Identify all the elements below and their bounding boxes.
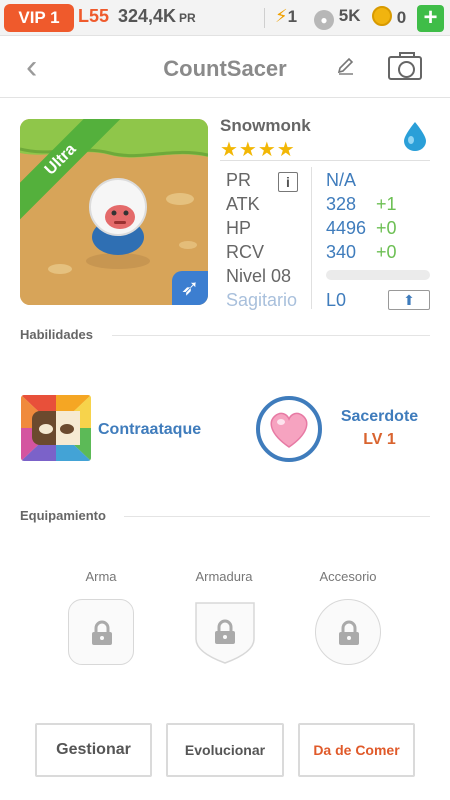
feed-button[interactable]: Da de Comer	[298, 723, 415, 777]
skill-priest-level: LV 1	[363, 431, 396, 448]
pet-portrait[interactable]: Ultra ➶	[20, 119, 208, 305]
status-bar: VIP 1 L55 324,4K PR ⚡1 ● 5K 0 +	[0, 0, 450, 36]
energy-counter: ⚡1	[275, 6, 297, 27]
add-currency-button[interactable]: +	[417, 5, 444, 32]
upgrade-button[interactable]: ⬆	[388, 290, 430, 310]
vip-badge[interactable]: VIP 1	[4, 4, 74, 32]
power-rating-unit: PR	[179, 11, 196, 25]
divider	[124, 516, 430, 517]
power-rating: 324,4K PR	[118, 6, 196, 27]
counterattack-icon[interactable]	[21, 395, 91, 461]
divider	[220, 160, 430, 161]
up-arrow-icon: ⬆	[403, 292, 415, 308]
weapon-slot[interactable]	[68, 599, 134, 665]
heart-icon[interactable]	[256, 396, 322, 462]
paw-counter: ● 5K	[314, 6, 360, 30]
rarity-stars: ★★★★	[220, 139, 296, 161]
rcv-value: 340	[326, 242, 357, 262]
info-button[interactable]: i	[278, 172, 298, 192]
rcv-label: RCV	[226, 242, 265, 262]
pencil-icon[interactable]	[336, 56, 356, 82]
lightning-icon: ⚡	[275, 6, 288, 26]
armor-label: Armadura	[195, 569, 253, 584]
armor-slot[interactable]	[192, 599, 258, 665]
evolve-button[interactable]: Evolucionar	[166, 723, 284, 777]
accessory-label: Accesorio	[319, 569, 377, 584]
accessory-slot[interactable]	[315, 599, 381, 665]
pet-name: Snowmonk	[220, 116, 311, 135]
hp-bonus: +0	[376, 218, 397, 238]
energy-value: 1	[287, 7, 298, 26]
divider	[311, 167, 312, 309]
lock-icon	[339, 620, 359, 645]
zodiac-level: L0	[326, 290, 347, 310]
coin-value: 0	[396, 8, 407, 27]
page-title: CountSacer	[163, 56, 287, 81]
atk-value: 328	[326, 194, 357, 214]
pr-value: N/A	[326, 170, 357, 190]
player-level: L55	[78, 6, 110, 26]
power-rating-value: 324,4K	[118, 6, 177, 26]
zodiac-sign: Sagitario	[226, 290, 298, 310]
equipment-heading: Equipamiento	[20, 508, 106, 523]
manage-button[interactable]: Gestionar	[35, 723, 152, 777]
rcv-bonus: +0	[376, 242, 397, 262]
level-progress-bar	[326, 270, 430, 280]
coin-counter: 0	[372, 6, 406, 28]
sagittarius-icon: ➶	[172, 271, 208, 305]
abilities-heading: Habilidades	[20, 327, 93, 342]
lock-icon	[215, 619, 235, 644]
skill-priest-name[interactable]: Sacerdote	[332, 408, 427, 426]
paw-value: 5K	[338, 6, 361, 25]
atk-bonus: +1	[376, 194, 397, 214]
atk-label: ATK	[226, 194, 260, 214]
coin-icon	[372, 6, 392, 26]
hp-value: 4496	[326, 218, 367, 238]
header: ‹ CountSacer	[0, 36, 450, 98]
divider	[264, 8, 265, 28]
water-drop-icon	[402, 121, 428, 151]
hp-label: HP	[226, 218, 252, 238]
skill-counterattack-name[interactable]: Contraataque	[98, 421, 201, 439]
camera-icon[interactable]	[388, 52, 422, 80]
level-label: Nivel 08	[226, 266, 292, 286]
paw-icon: ●	[314, 10, 334, 30]
lock-icon	[92, 620, 112, 645]
divider	[112, 335, 430, 336]
pr-label: PR	[226, 170, 252, 190]
weapon-label: Arma	[85, 569, 117, 584]
